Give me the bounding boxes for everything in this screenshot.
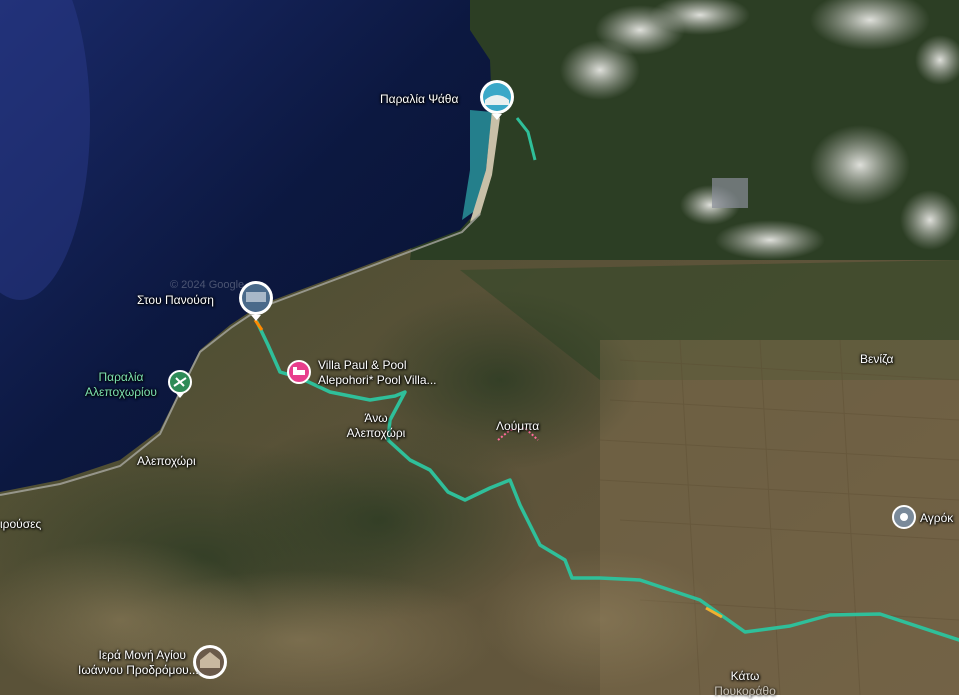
hotel-pin[interactable] bbox=[287, 360, 311, 384]
label-ano-line2: Αλεποχώρι bbox=[346, 426, 406, 440]
label-psatha[interactable]: Παραλία Ψάθα bbox=[380, 92, 458, 107]
label-moni[interactable]: Ιερά Μονή Αγίου Ιωάννου Προδρόμου... bbox=[78, 648, 199, 678]
location-pin-icon[interactable] bbox=[892, 505, 916, 529]
label-ano-line1: Άνω bbox=[364, 411, 388, 425]
label-pirouses[interactable]: ιρούσες bbox=[0, 517, 41, 532]
label-villa[interactable]: Villa Paul & Pool Alepohori* Pool Villa.… bbox=[318, 358, 437, 388]
label-loumpa[interactable]: Λούμπα bbox=[496, 419, 539, 434]
label-kato-line1: Κάτω bbox=[730, 669, 760, 683]
label-villa-line2: Alepohori* Pool Villa... bbox=[318, 373, 437, 387]
label-villa-line1: Villa Paul & Pool bbox=[318, 358, 407, 372]
svg-text:© 2024 Google: © 2024 Google bbox=[170, 279, 244, 291]
label-moni-line1: Ιερά Μονή Αγίου bbox=[98, 648, 187, 662]
label-beach-line1: Παραλία bbox=[98, 370, 144, 384]
label-agrok[interactable]: Αγρόκ bbox=[920, 511, 953, 526]
label-ano-alepochori[interactable]: Άνω Αλεποχώρι bbox=[336, 411, 416, 441]
map-satellite[interactable]: © 2024 Google bbox=[0, 0, 959, 695]
label-moni-line2: Ιωάννου Προδρόμου... bbox=[78, 663, 199, 677]
label-alepochori[interactable]: Αλεποχώρι bbox=[137, 454, 196, 469]
label-veniza[interactable]: Βενίζα bbox=[860, 352, 893, 367]
label-beach[interactable]: Παραλία Αλεποχωρίου bbox=[76, 370, 166, 400]
label-beach-line2: Αλεποχωρίου bbox=[85, 385, 157, 399]
label-kato-line2: Πουκοράθο bbox=[714, 684, 776, 698]
label-panousi[interactable]: Στου Πανούση bbox=[137, 293, 214, 308]
